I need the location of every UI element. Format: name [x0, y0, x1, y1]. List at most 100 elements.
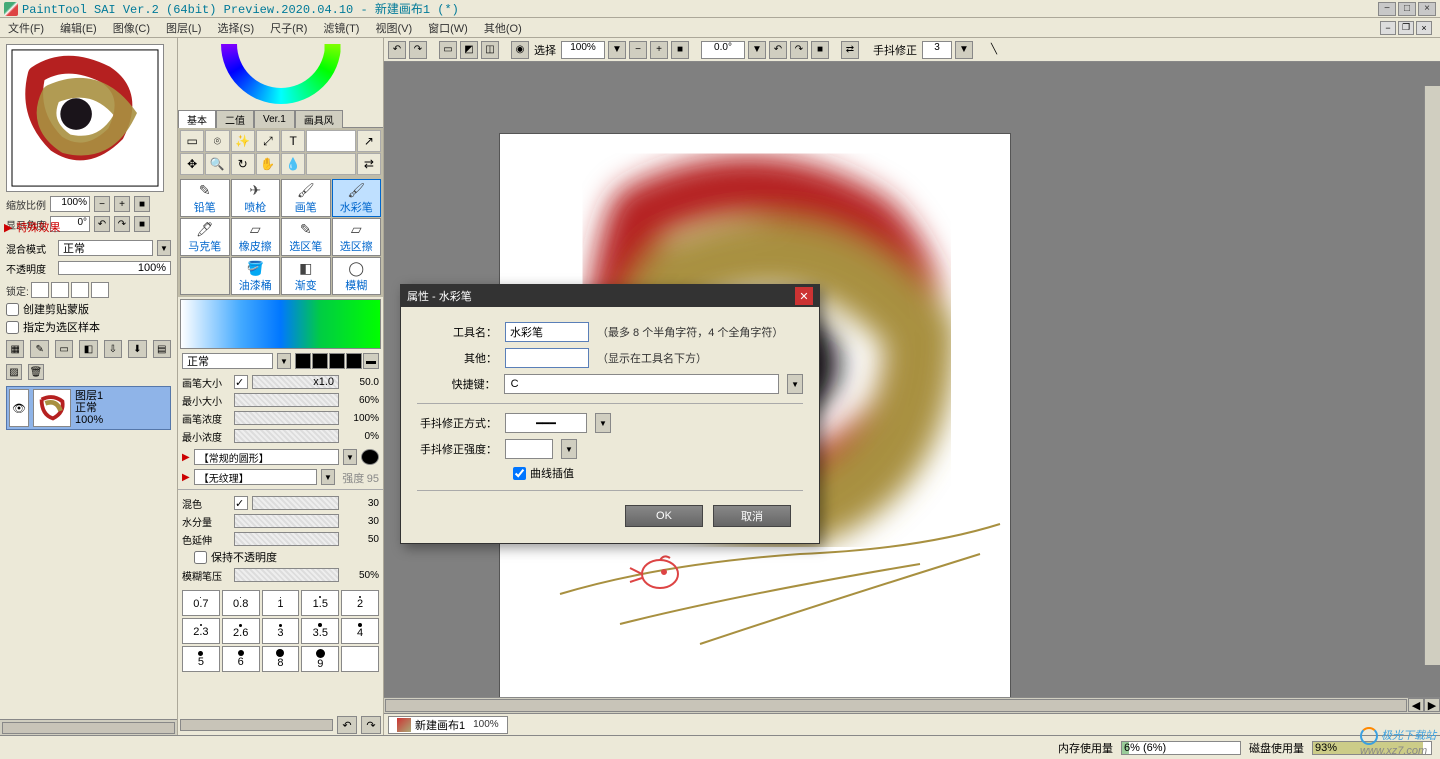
menu-select[interactable]: 选择(S) [217, 20, 254, 36]
spread-value[interactable]: 50 [343, 534, 379, 545]
canvas-angle-reset[interactable]: ■ [811, 41, 829, 59]
navigator-thumbnail[interactable] [6, 44, 164, 192]
tooltab-basic[interactable]: 基本 [178, 110, 216, 128]
redo-button[interactable]: ↷ [409, 41, 427, 59]
stabilizer-input[interactable]: 3 [922, 41, 952, 59]
clear-layer-button[interactable]: ▨ [6, 364, 22, 380]
zoom-tool[interactable]: 🔍 [205, 153, 229, 175]
edge-med[interactable] [312, 353, 328, 369]
shape-expand[interactable]: ▶ [182, 452, 190, 463]
stabilizer-dropdown[interactable]: ▼ [955, 41, 973, 59]
brush-shape-dropdown[interactable]: ▼ [343, 449, 357, 465]
lock-none-button[interactable] [31, 282, 49, 298]
canvas-hscrollbar[interactable] [385, 699, 1407, 712]
min-size-slider[interactable] [234, 393, 339, 407]
left-scrollbar[interactable] [2, 722, 175, 734]
tooltab-ver1[interactable]: Ver.1 [254, 110, 295, 128]
brush-texture-dropdown[interactable]: ▼ [321, 469, 335, 485]
density-value[interactable]: 100% [343, 413, 379, 424]
menu-window[interactable]: 窗口(W) [428, 20, 468, 36]
tool-name-input[interactable] [505, 322, 589, 342]
zoom-out-button[interactable]: − [94, 196, 110, 212]
min-density-value[interactable]: 0% [343, 431, 379, 442]
dialog-close-button[interactable]: ✕ [795, 287, 813, 305]
dialog-cancel-button[interactable]: 取消 [713, 505, 791, 527]
size-preset[interactable]: 3 [262, 618, 300, 644]
color-wheel[interactable] [178, 38, 383, 110]
brush-brush[interactable]: 🖌画笔 [281, 179, 331, 217]
opacity-slider[interactable]: 100% [58, 261, 171, 275]
line-tool-icon[interactable]: ╲ [985, 41, 1003, 59]
deselect-button[interactable]: ▭ [439, 41, 457, 59]
doc-close-button[interactable]: × [1416, 21, 1432, 35]
size-preset[interactable]: 2 [341, 590, 379, 616]
brush-pencil[interactable]: ✎铅笔 [180, 179, 230, 217]
select-icon[interactable]: ◉ [511, 41, 529, 59]
mix-value[interactable]: 30 [343, 498, 379, 509]
canvas-rotate-ccw[interactable]: ↶ [769, 41, 787, 59]
canvas-zoom-fit[interactable]: ■ [671, 41, 689, 59]
size-preset[interactable] [341, 646, 379, 672]
edge-flat[interactable]: ▬ [363, 353, 379, 369]
size-preset[interactable]: 5 [182, 646, 220, 672]
size-preset[interactable]: 6 [222, 646, 260, 672]
new-folder-button[interactable]: ▭ [55, 340, 73, 358]
invert-sel-button[interactable]: ◩ [460, 41, 478, 59]
size-preset[interactable]: 0.8 [222, 590, 260, 616]
brush-watercolor[interactable]: 🖌水彩笔 [332, 179, 382, 217]
minimize-button[interactable]: − [1378, 2, 1396, 16]
new-linework-button[interactable]: ✎ [30, 340, 48, 358]
menu-filter[interactable]: 滤镜(T) [323, 20, 359, 36]
doc-restore-button[interactable]: ❐ [1398, 21, 1414, 35]
stab-strength-select[interactable] [505, 439, 553, 459]
brush-gradient[interactable]: ◧渐变 [281, 257, 331, 295]
hand-tool[interactable]: ✋ [256, 153, 280, 175]
marquee-tool[interactable]: ▭ [180, 130, 204, 152]
lock-pixels-button[interactable] [51, 282, 69, 298]
brush-blur[interactable]: ◯模糊 [332, 257, 382, 295]
density-slider[interactable] [234, 411, 339, 425]
move-tool[interactable]: ✥ [180, 153, 204, 175]
hscroll-right[interactable]: ▶ [1424, 698, 1440, 712]
min-density-slider[interactable] [234, 429, 339, 443]
menu-ruler[interactable]: 尺子(R) [270, 20, 307, 36]
stab-strength-dropdown[interactable]: ▼ [561, 439, 577, 459]
menu-view[interactable]: 视图(V) [375, 20, 412, 36]
doc-minimize-button[interactable]: − [1380, 21, 1396, 35]
size-preset[interactable]: 4 [341, 618, 379, 644]
tooltab-painting[interactable]: 画具风 [295, 110, 343, 128]
tooltab-binary[interactable]: 二值 [216, 110, 254, 128]
size-preset[interactable]: 1.5 [301, 590, 339, 616]
zoom-reset-button[interactable]: ■ [134, 196, 150, 212]
min-size-value[interactable]: 60% [343, 395, 379, 406]
brush-size-value[interactable]: 50.0 [343, 377, 379, 388]
scratchpad[interactable] [180, 299, 381, 349]
document-tab[interactable]: 新建画布1 100% [388, 716, 508, 734]
spread-slider[interactable] [234, 532, 339, 546]
shortcut-select[interactable]: C [504, 374, 780, 394]
fg-color-swatch[interactable] [306, 130, 356, 152]
brush-blend-dropdown[interactable]: ▼ [277, 353, 291, 369]
mid-scrollbar[interactable] [180, 719, 333, 731]
brush-marker[interactable]: 🖊马克笔 [180, 218, 230, 256]
blend-mode-select[interactable]: 正常 [58, 240, 153, 256]
brush-airbrush[interactable]: ✈喷枪 [231, 179, 281, 217]
stab-mode-select[interactable]: ━━━ [505, 413, 587, 433]
text-tool[interactable]: T [281, 130, 305, 152]
canvas-angle-input[interactable]: 0.0° [701, 41, 745, 59]
lasso-tool[interactable]: ⌾ [205, 130, 229, 152]
tool-other-input[interactable] [505, 348, 589, 368]
transfer-down-button[interactable]: ⇩ [104, 340, 122, 358]
brush-size-slider[interactable]: x1.0 [252, 375, 339, 389]
dialog-ok-button[interactable]: OK [625, 505, 703, 527]
layer-item[interactable]: 👁 图层1 正常 100% [6, 386, 171, 430]
menu-layer[interactable]: 图层(L) [166, 20, 201, 36]
keep-opacity-checkbox[interactable] [194, 551, 207, 564]
mid-rotate-ccw[interactable]: ↶ [337, 716, 357, 734]
brush-bucket[interactable]: 🪣油漆桶 [231, 257, 281, 295]
swap-colors[interactable]: ⇄ [357, 153, 381, 175]
move-selection-tool[interactable]: ⤢ [256, 130, 280, 152]
brush-texture-select[interactable]: 【无纹理】 [194, 469, 317, 485]
new-mask-button[interactable]: ◧ [79, 340, 97, 358]
blur-pressure-value[interactable]: 50% [343, 570, 379, 581]
